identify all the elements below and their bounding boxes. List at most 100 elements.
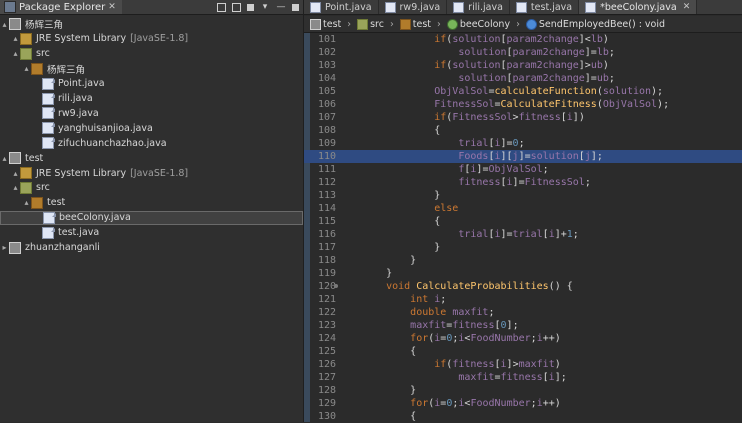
line-number: 112: [317, 177, 336, 188]
tree-item-label: JRE System Library: [36, 167, 127, 179]
line-number: 128: [317, 385, 336, 396]
java-icon: [42, 77, 55, 90]
expanded-arrow-icon[interactable]: ▴: [11, 49, 20, 58]
line-number: 110: [317, 151, 336, 162]
code-text: maxfit=fitness[i];: [458, 372, 567, 383]
tree-item[interactable]: ▴ src: [0, 47, 303, 61]
tree-item[interactable]: ▴ test: [0, 196, 303, 210]
code-text: {: [362, 411, 417, 422]
tree-item-label: 杨辉三角: [25, 20, 64, 31]
close-icon[interactable]: ✕: [108, 2, 116, 12]
code-text: void CalculateProbabilities() {: [386, 281, 573, 292]
code-text: solution[param2change]=lb;: [458, 47, 615, 58]
code-text: maxfit=fitness[0];: [410, 320, 519, 331]
expanded-arrow-icon[interactable]: ▴: [0, 154, 9, 163]
minimize-icon[interactable]: —: [276, 2, 286, 12]
tree-item[interactable]: zifuchuanchazhao.java: [0, 136, 303, 150]
line-number: 124: [317, 333, 336, 344]
tree-item[interactable]: ▴ test: [0, 151, 303, 165]
breadcrumb-item[interactable]: test: [310, 18, 342, 30]
code-text: if(solution[param2change]<lb): [434, 34, 609, 45]
collapse-all-icon[interactable]: [217, 2, 226, 12]
tree-item[interactable]: ▴ 杨辉三角: [0, 17, 303, 31]
breadcrumb-separator-icon: ›: [516, 18, 520, 30]
tree-item[interactable]: ▴ 杨辉三角: [0, 62, 303, 76]
expanded-arrow-icon[interactable]: ▴: [11, 169, 20, 178]
tree-item[interactable]: yanghuisanjioa.java: [0, 121, 303, 135]
eclipse-window: Package Explorer ✕ ▾ — ▴ 杨辉三角 ▴ JRE System …: [0, 0, 742, 422]
code-line: 116 trial[i]=trial[i]+1;: [304, 228, 742, 241]
line-number: 129: [317, 398, 336, 409]
line-number: 130: [317, 411, 336, 422]
code-text: if(FitnessSol>fitness[i]): [434, 112, 585, 123]
java-icon: [42, 92, 55, 105]
filter-icon[interactable]: [247, 3, 254, 11]
tree-item-label: beeColony.java: [59, 212, 131, 224]
expanded-arrow-icon[interactable]: ▴: [22, 64, 31, 73]
tree-item[interactable]: ▴ JRE System Library [JavaSE-1.8]: [0, 166, 303, 180]
tree-item[interactable]: rili.java: [0, 92, 303, 106]
editor-tab[interactable]: rw9.java: [379, 0, 448, 14]
lib-icon: [20, 167, 32, 179]
breadcrumb-item[interactable]: src: [357, 18, 384, 30]
tree-item[interactable]: rw9.java: [0, 106, 303, 120]
code-line: 125 {: [304, 345, 742, 358]
code-text: {: [362, 125, 441, 136]
line-number: 119: [317, 268, 336, 279]
tree-item[interactable]: ▸ zhuanzhanganli: [0, 241, 303, 255]
expanded-arrow-icon[interactable]: ▴: [11, 34, 20, 43]
breadcrumb-item[interactable]: test: [399, 18, 431, 30]
code-text: }: [362, 242, 441, 253]
code-text: Foods[i][j]=solution[j];: [458, 151, 603, 162]
breadcrumb-label: beeColony: [459, 18, 511, 30]
code-text: trial[i]=0;: [458, 138, 525, 149]
line-number: 102: [317, 47, 336, 58]
code-line: 126 if(fitness[i]>maxfit): [304, 358, 742, 371]
editor-tab[interactable]: rili.java: [447, 0, 510, 14]
tree-item[interactable]: test.java: [0, 226, 303, 240]
code-line: 128 }: [304, 384, 742, 397]
tree-item-label: JRE System Library: [36, 33, 127, 45]
line-number: 107: [317, 112, 336, 123]
editor-tab[interactable]: *beeColony.java ✕: [579, 0, 698, 14]
line-number: 117: [317, 242, 336, 253]
collapsed-arrow-icon[interactable]: ▸: [0, 243, 9, 252]
line-number: 125: [317, 346, 336, 357]
editor-tab-label: rw9.java: [399, 1, 441, 13]
code-text: {: [362, 346, 417, 357]
code-editor[interactable]: 101 if(solution[param2change]<lb) 102 sol…: [304, 33, 742, 422]
code-line: 104 solution[param2change]=ub;: [304, 72, 742, 85]
expanded-arrow-icon[interactable]: ▴: [0, 20, 9, 29]
close-icon[interactable]: ✕: [683, 2, 691, 12]
editor-tab[interactable]: test.java: [510, 0, 580, 14]
line-number: 113: [317, 190, 336, 201]
line-number: 103: [317, 60, 336, 71]
breadcrumb-item[interactable]: beeColony: [446, 18, 511, 30]
line-number: 108: [317, 125, 336, 136]
editor-tab[interactable]: Point.java: [304, 0, 379, 14]
tree-item[interactable]: beeColony.java: [0, 210, 303, 225]
code-line: 124 for(i=0;i<FoodNumber;i++): [304, 332, 742, 345]
link-with-editor-icon[interactable]: [232, 2, 241, 12]
override-marker-icon[interactable]: [334, 284, 338, 288]
line-number: 122: [317, 307, 336, 318]
tree-item[interactable]: ▴ src: [0, 181, 303, 195]
view-menu-icon[interactable]: ▾: [260, 2, 270, 12]
line-number: 123: [317, 320, 336, 331]
maximize-icon[interactable]: [292, 3, 299, 11]
tree-item[interactable]: ▴ JRE System Library [JavaSE-1.8]: [0, 32, 303, 46]
tree-item-label: 杨辉三角: [47, 64, 86, 76]
code-text: }: [362, 385, 417, 396]
breadcrumb-label: test: [323, 18, 342, 30]
package-explorer-tab[interactable]: Package Explorer ✕: [0, 0, 122, 14]
tree-item-label: yanghuisanjioa.java: [58, 122, 153, 134]
code-text: fitness[i]=FitnessSol;: [458, 177, 591, 188]
expanded-arrow-icon[interactable]: ▴: [11, 183, 20, 192]
code-line: 108 {: [304, 124, 742, 137]
method-icon: [525, 18, 537, 30]
breadcrumb-item[interactable]: SendEmployedBee() : void: [525, 18, 665, 30]
package-explorer-header: Package Explorer ✕ ▾ —: [0, 0, 303, 15]
code-line: 107 if(FitnessSol>fitness[i]): [304, 111, 742, 124]
expanded-arrow-icon[interactable]: ▴: [22, 198, 31, 207]
tree-item[interactable]: Point.java: [0, 77, 303, 91]
